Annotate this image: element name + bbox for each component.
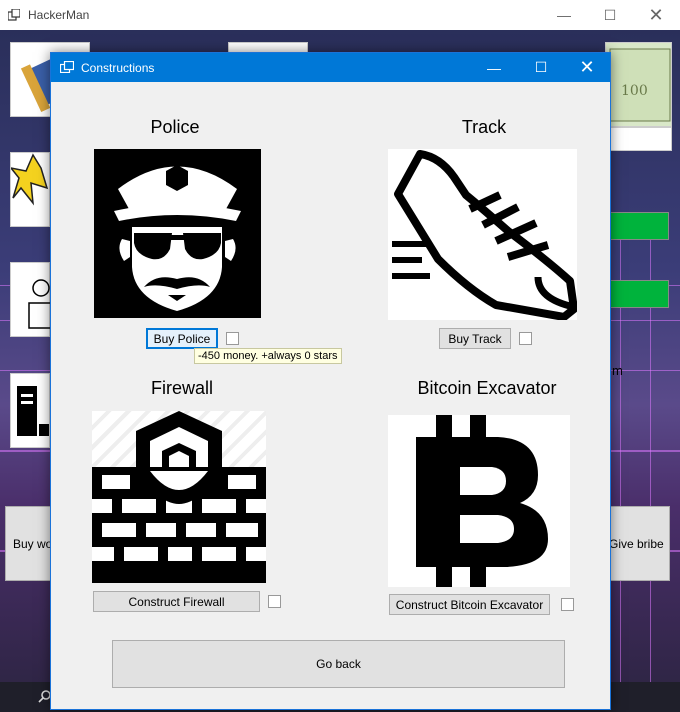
construct-firewall-button[interactable]: Construct Firewall xyxy=(93,591,260,612)
constructions-dialog: Constructions — ☐ ✕ Police Buy Police -4… xyxy=(50,52,611,710)
dialog-title-bar: Constructions — ☐ ✕ xyxy=(51,53,610,82)
minimize-icon[interactable]: — xyxy=(541,0,587,30)
star-icon xyxy=(9,153,49,206)
star-tile[interactable] xyxy=(9,152,50,227)
track-checkbox[interactable] xyxy=(519,332,532,345)
firewall-picture xyxy=(92,411,266,583)
dialog-close-icon[interactable]: ✕ xyxy=(564,53,610,82)
partial-label: m xyxy=(612,363,623,378)
bitcoin-title: Bitcoin Excavator xyxy=(417,378,557,398)
main-title-bar: HackerMan — ☐ ✕ xyxy=(0,0,680,30)
computer-tile[interactable] xyxy=(10,373,50,448)
track-title: Track xyxy=(461,117,507,137)
running-shoe-icon xyxy=(392,150,577,320)
bitcoin-icon xyxy=(416,415,548,587)
go-back-button[interactable]: Go back xyxy=(112,640,565,688)
track-picture xyxy=(388,149,577,320)
dollar-bill-icon: 100 xyxy=(609,48,671,122)
dialog-minimize-icon[interactable]: — xyxy=(471,53,517,82)
construct-bitcoin-button[interactable]: Construct Bitcoin Excavator xyxy=(389,594,550,615)
police-officer-icon xyxy=(114,165,241,311)
progress-bar-2 xyxy=(606,280,669,308)
police-tooltip: -450 money. +always 0 stars xyxy=(194,348,342,364)
right-tile-strip xyxy=(605,127,672,151)
firewall-title: Firewall xyxy=(150,378,213,398)
main-window-title: HackerMan xyxy=(28,8,90,22)
bitcoin-picture xyxy=(388,415,570,587)
firewall-shield-icon xyxy=(92,411,266,583)
give-bribe-label: Give bribe xyxy=(609,536,664,551)
buy-button[interactable]: Buy wo xyxy=(5,506,55,581)
police-picture xyxy=(94,149,261,318)
bitcoin-checkbox[interactable] xyxy=(561,598,574,611)
hacker-tile[interactable] xyxy=(10,262,52,337)
firewall-checkbox[interactable] xyxy=(268,595,281,608)
maximize-icon[interactable]: ☐ xyxy=(587,0,633,30)
dialog-maximize-icon[interactable]: ☐ xyxy=(518,53,564,82)
dialog-app-icon xyxy=(60,61,74,73)
police-checkbox[interactable] xyxy=(226,332,239,345)
money-tile[interactable]: 100 xyxy=(605,42,672,127)
buy-button-label: Buy wo xyxy=(13,536,53,551)
hacker-icon xyxy=(28,279,52,329)
close-icon[interactable]: ✕ xyxy=(633,0,679,30)
dialog-title: Constructions xyxy=(81,61,155,75)
app-icon xyxy=(8,9,20,21)
computer-icon xyxy=(17,386,49,436)
buy-police-button[interactable]: Buy Police xyxy=(146,328,218,349)
svg-text:100: 100 xyxy=(621,83,648,99)
progress-bar-1 xyxy=(606,212,669,240)
police-title: Police xyxy=(150,117,200,137)
buy-track-button[interactable]: Buy Track xyxy=(439,328,511,349)
